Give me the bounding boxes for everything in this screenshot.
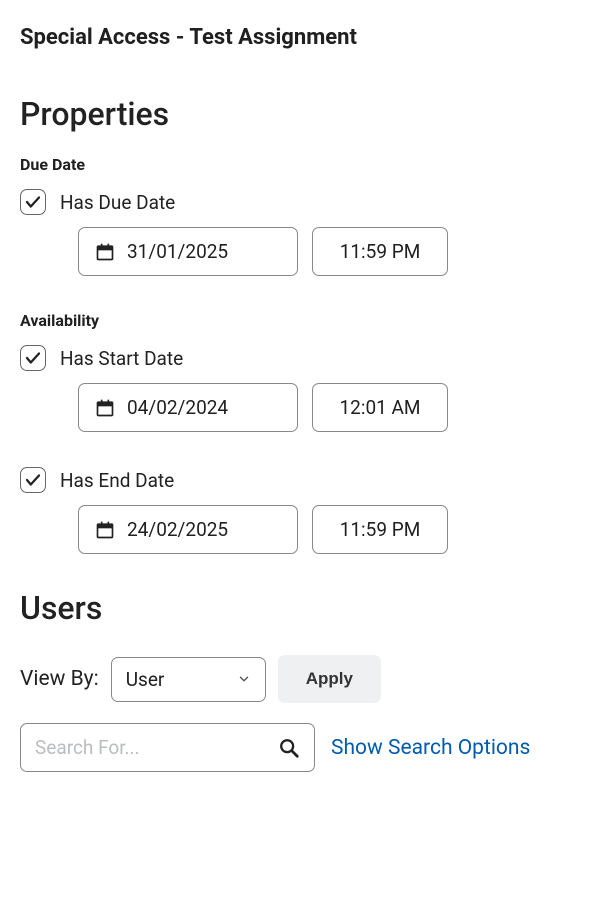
- has-due-date-row: Has Due Date: [20, 189, 580, 215]
- has-start-date-checkbox[interactable]: [20, 345, 46, 371]
- due-time-value: 11:59 PM: [340, 240, 421, 263]
- has-due-date-label: Has Due Date: [60, 191, 175, 214]
- calendar-icon: [95, 242, 115, 262]
- search-row: Search For... Show Search Options: [20, 723, 580, 772]
- due-date-inputs: 31/01/2025 11:59 PM: [78, 227, 580, 276]
- search-input[interactable]: Search For...: [20, 723, 315, 772]
- users-heading: Users: [20, 589, 580, 627]
- due-date-label: Due Date: [20, 155, 580, 174]
- has-due-date-checkbox[interactable]: [20, 189, 46, 215]
- due-time-input[interactable]: 11:59 PM: [312, 227, 448, 276]
- chevron-down-icon: [237, 672, 251, 686]
- search-icon: [278, 737, 300, 759]
- end-date-inputs: 24/02/2025 11:59 PM: [78, 505, 580, 554]
- show-search-options-link[interactable]: Show Search Options: [331, 736, 530, 760]
- page-title: Special Access - Test Assignment: [20, 25, 580, 50]
- availability-label: Availability: [20, 311, 580, 330]
- search-placeholder: Search For...: [35, 736, 140, 759]
- apply-button[interactable]: Apply: [278, 655, 381, 703]
- start-date-inputs: 04/02/2024 12:01 AM: [78, 383, 580, 432]
- start-time-value: 12:01 AM: [339, 396, 420, 419]
- checkmark-icon: [24, 349, 42, 367]
- viewby-select[interactable]: User: [111, 657, 266, 702]
- due-date-input[interactable]: 31/01/2025: [78, 227, 298, 276]
- has-start-date-row: Has Start Date: [20, 345, 580, 371]
- due-date-value: 31/01/2025: [127, 240, 228, 263]
- calendar-icon: [95, 520, 115, 540]
- checkmark-icon: [24, 471, 42, 489]
- end-time-input[interactable]: 11:59 PM: [312, 505, 448, 554]
- properties-heading: Properties: [20, 95, 580, 133]
- calendar-icon: [95, 398, 115, 418]
- start-time-input[interactable]: 12:01 AM: [312, 383, 448, 432]
- has-end-date-row: Has End Date: [20, 467, 580, 493]
- has-end-date-checkbox[interactable]: [20, 467, 46, 493]
- start-date-value: 04/02/2024: [127, 396, 228, 419]
- viewby-label: View By:: [20, 667, 99, 691]
- end-date-value: 24/02/2025: [127, 518, 228, 541]
- start-date-input[interactable]: 04/02/2024: [78, 383, 298, 432]
- viewby-row: View By: User Apply: [20, 655, 580, 703]
- end-date-input[interactable]: 24/02/2025: [78, 505, 298, 554]
- has-start-date-label: Has Start Date: [60, 347, 183, 370]
- viewby-value: User: [126, 668, 165, 691]
- checkmark-icon: [24, 193, 42, 211]
- has-end-date-label: Has End Date: [60, 469, 174, 492]
- end-time-value: 11:59 PM: [340, 518, 421, 541]
